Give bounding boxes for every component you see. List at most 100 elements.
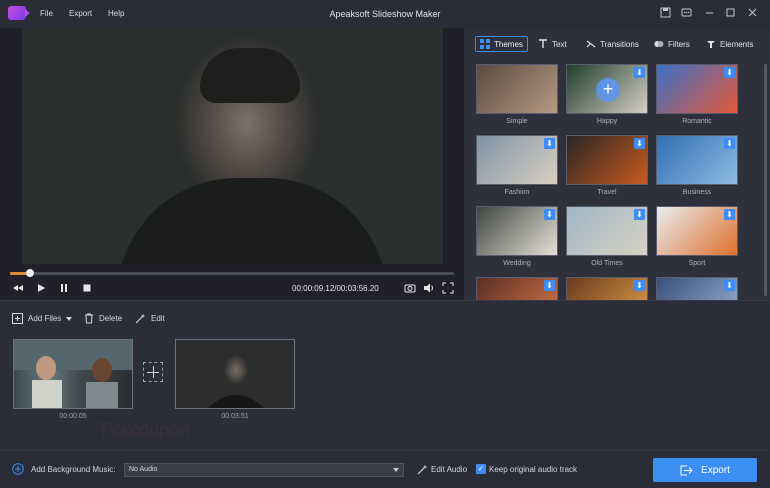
feedback-icon[interactable] (680, 7, 693, 20)
chevron-down-icon (66, 316, 73, 321)
theme-label: Fashion (504, 189, 530, 196)
chevron-down-icon (393, 468, 399, 472)
download-icon[interactable]: ⬇ (634, 138, 645, 149)
theme-label: Old Times (591, 260, 623, 267)
export-icon (680, 465, 693, 475)
menu-file[interactable]: File (40, 9, 53, 18)
text-icon (539, 39, 547, 48)
add-transition-icon[interactable] (143, 362, 163, 382)
delete-label: Delete (99, 314, 123, 323)
video-preview[interactable] (22, 28, 443, 264)
clip-thumbnail[interactable] (175, 339, 295, 409)
clip-image (14, 340, 132, 408)
tab-filters[interactable]: Filters (650, 36, 694, 52)
minimize-icon[interactable] (703, 7, 716, 20)
music-selected: No Audio (129, 466, 158, 473)
theme-tile[interactable]: ⬇ (566, 206, 648, 256)
add-file-icon (12, 313, 23, 324)
download-icon[interactable]: ⬇ (724, 280, 735, 291)
seek-handle[interactable] (25, 269, 34, 277)
bottom-bar: Add Background Music: No Audio Edit Audi… (0, 450, 770, 488)
tab-label: Transitions (600, 39, 639, 49)
add-files-button[interactable]: Add Files (12, 313, 73, 324)
tab-elements[interactable]: Elements (702, 36, 757, 52)
stop-icon[interactable] (81, 282, 93, 294)
close-icon[interactable] (746, 7, 759, 20)
theme-tile[interactable]: ⬇ (656, 64, 738, 114)
download-icon[interactable]: ⬇ (544, 280, 555, 291)
edit-audio-button[interactable]: Edit Audio (431, 465, 467, 474)
edit-label: Edit (151, 314, 165, 323)
theme-label: Happy (596, 118, 618, 125)
snapshot-icon[interactable] (404, 282, 416, 294)
grid-icon (480, 39, 490, 49)
theme-label: Sport (688, 260, 706, 267)
add-music-icon[interactable] (12, 463, 24, 475)
tab-label: Themes (494, 39, 523, 49)
theme-tile[interactable]: ⬇ (656, 277, 738, 300)
theme-label: Romantic (682, 118, 712, 125)
add-music-label: Add Background Music: (31, 465, 116, 474)
panel-scrollbar[interactable] (764, 64, 767, 296)
trash-icon (85, 313, 93, 324)
download-icon[interactable]: ⬇ (634, 67, 645, 78)
download-icon[interactable]: ⬇ (724, 209, 735, 220)
download-icon[interactable]: ⬇ (634, 209, 645, 220)
pause-icon[interactable] (58, 282, 70, 294)
clip-duration: 00:00:05 (59, 413, 87, 420)
export-button[interactable]: Export (653, 458, 757, 482)
theme-label: Simple (506, 118, 528, 125)
menu-help[interactable]: Help (108, 9, 124, 18)
elements-icon (707, 41, 715, 48)
preview-player: 00:00:09.12/00:03:56.20 (0, 28, 464, 300)
download-icon[interactable]: ⬇ (724, 138, 735, 149)
download-icon[interactable]: ⬇ (724, 67, 735, 78)
clip-thumbnail[interactable] (13, 339, 133, 409)
keep-audio-checkbox[interactable]: ✓ (476, 464, 486, 474)
menu-export[interactable]: Export (69, 9, 92, 18)
theme-tile[interactable]: ⬇ + (566, 64, 648, 114)
keep-audio-label: Keep original audio track (489, 465, 578, 474)
tab-transitions[interactable]: Transitions (582, 36, 643, 52)
tab-label: Filters (668, 39, 690, 49)
music-dropdown[interactable]: No Audio (124, 463, 404, 477)
theme-tile[interactable]: ⬇ (566, 135, 648, 185)
download-icon[interactable]: ⬇ (544, 209, 555, 220)
download-icon[interactable]: ⬇ (634, 280, 645, 291)
storyboard-toolbar: Add Files Delete Edit (0, 300, 770, 332)
delete-button[interactable]: Delete (84, 313, 122, 324)
panel-tabs: Themes Text Transitions Filters Elements (464, 28, 770, 58)
add-files-label: Add Files (28, 314, 62, 323)
theme-tile[interactable] (476, 64, 558, 114)
add-theme-icon[interactable]: + (596, 78, 620, 102)
tab-text[interactable]: Text (534, 36, 571, 52)
theme-tile[interactable]: ⬇ (566, 277, 648, 300)
edit-audio-icon[interactable] (417, 464, 428, 475)
download-icon[interactable]: ⬇ (544, 138, 555, 149)
clip-duration: 00:03:51 (221, 413, 249, 420)
tab-label: Elements (720, 39, 754, 49)
clip-image (208, 395, 264, 408)
themes-panel: Themes Text Transitions Filters Elements… (464, 28, 770, 300)
filters-icon (654, 41, 664, 47)
tab-themes[interactable]: Themes (475, 36, 528, 52)
transitions-icon (586, 40, 596, 48)
title-bar: File Export Help Apeaksoft Slideshow Mak… (0, 0, 770, 28)
maximize-icon[interactable] (724, 7, 737, 20)
theme-tile[interactable]: ⬇ (656, 135, 738, 185)
theme-tile[interactable]: ⬇ (476, 277, 558, 300)
magic-wand-icon (135, 314, 145, 324)
theme-tile[interactable]: ⬇ (656, 206, 738, 256)
play-icon[interactable] (35, 282, 47, 294)
theme-tile[interactable]: ⬇ (476, 135, 558, 185)
seek-bar[interactable] (10, 269, 454, 277)
theme-label: Travel (597, 189, 617, 196)
watermark: Tickcoupon (98, 420, 190, 440)
theme-tile[interactable]: ⬇ (476, 206, 558, 256)
fullscreen-icon[interactable] (442, 282, 454, 294)
volume-icon[interactable] (423, 282, 435, 294)
tab-label: Text (552, 39, 567, 49)
rewind-icon[interactable] (12, 282, 24, 294)
save-icon[interactable] (659, 7, 672, 20)
edit-button[interactable]: Edit (135, 313, 165, 324)
